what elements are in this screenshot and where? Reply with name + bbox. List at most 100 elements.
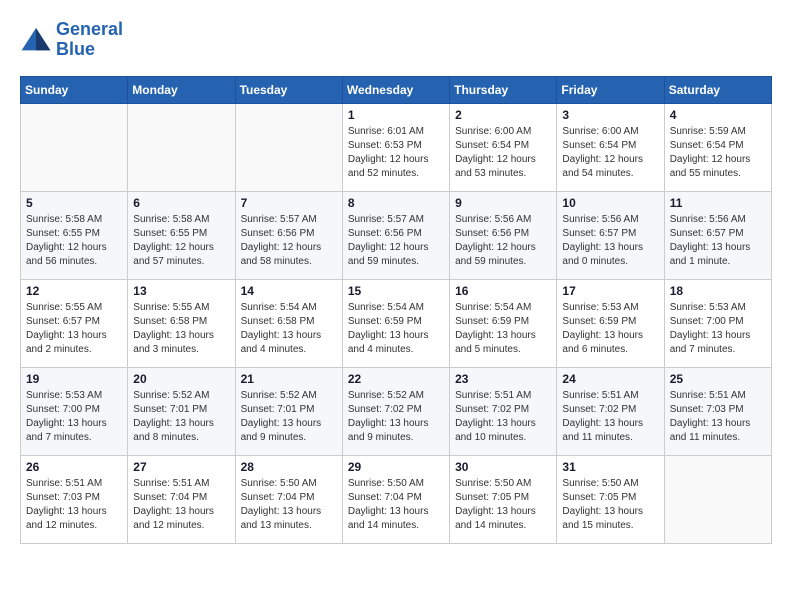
day-number: 21	[241, 372, 337, 386]
cell-content: Sunrise: 5:55 AM Sunset: 6:58 PM Dayligh…	[133, 301, 229, 357]
day-header-friday: Friday	[557, 76, 664, 103]
day-number: 17	[562, 284, 658, 298]
calendar-cell: 27Sunrise: 5:51 AM Sunset: 7:04 PM Dayli…	[128, 455, 235, 543]
cell-content: Sunrise: 5:51 AM Sunset: 7:02 PM Dayligh…	[455, 389, 551, 445]
calendar-cell: 31 Sunrise: 5:50 AM Sunset: 7:05 PM Dayli…	[557, 455, 664, 543]
calendar-cell	[664, 455, 771, 543]
day-number: 11	[670, 196, 766, 210]
cell-content: Sunrise: 5:50 AM Sunset: 7:04 PM Dayligh…	[241, 477, 337, 533]
day-number: 16	[455, 284, 551, 298]
day-number: 5	[26, 196, 122, 210]
day-number: 22	[348, 372, 444, 386]
day-number: 26	[26, 460, 122, 474]
day-number: 7	[241, 196, 337, 210]
day-header-saturday: Saturday	[664, 76, 771, 103]
calendar-body: 1 Sunrise: 6:01 AM Sunset: 6:53 PM Daylig…	[21, 103, 772, 543]
calendar-cell: 5 Sunrise: 5:58 AM Sunset: 6:55 PM Daylig…	[21, 191, 128, 279]
logo-icon	[20, 26, 52, 54]
day-number: 9	[455, 196, 551, 210]
calendar-cell: 11 Sunrise: 5:56 AM Sunset: 6:57 PM Dayli…	[664, 191, 771, 279]
calendar-cell: 25Sunrise: 5:51 AM Sunset: 7:03 PM Dayli…	[664, 367, 771, 455]
day-number: 14	[241, 284, 337, 298]
cell-content: Sunrise: 5:54 AM Sunset: 6:58 PM Dayligh…	[241, 301, 337, 357]
calendar-cell: 4 Sunrise: 5:59 AM Sunset: 6:54 PM Daylig…	[664, 103, 771, 191]
day-number: 13	[133, 284, 229, 298]
cell-content: Sunrise: 5:51 AM Sunset: 7:03 PM Dayligh…	[26, 477, 122, 533]
cell-content: Sunrise: 5:50 AM Sunset: 7:05 PM Dayligh…	[562, 477, 658, 533]
calendar-cell: 20 Sunrise: 5:52 AM Sunset: 7:01 PM Dayli…	[128, 367, 235, 455]
day-number: 28	[241, 460, 337, 474]
cell-content: Sunrise: 5:56 AM Sunset: 6:57 PM Dayligh…	[670, 213, 766, 269]
calendar-cell: 29Sunrise: 5:50 AM Sunset: 7:04 PM Dayli…	[342, 455, 449, 543]
calendar-week-2: 5 Sunrise: 5:58 AM Sunset: 6:55 PM Daylig…	[21, 191, 772, 279]
calendar-cell: 15 Sunrise: 5:54 AM Sunset: 6:59 PM Dayli…	[342, 279, 449, 367]
calendar-cell: 24Sunrise: 5:51 AM Sunset: 7:02 PM Dayli…	[557, 367, 664, 455]
day-number: 18	[670, 284, 766, 298]
day-number: 31	[562, 460, 658, 474]
day-header-tuesday: Tuesday	[235, 76, 342, 103]
cell-content: Sunrise: 5:58 AM Sunset: 6:55 PM Dayligh…	[26, 213, 122, 269]
calendar-cell: 26 Sunrise: 5:51 AM Sunset: 7:03 PM Dayli…	[21, 455, 128, 543]
day-number: 24	[562, 372, 658, 386]
page-header: General Blue	[20, 20, 772, 60]
calendar-week-4: 19 Sunrise: 5:53 AM Sunset: 7:00 PM Dayli…	[21, 367, 772, 455]
calendar-cell: 21 Sunrise: 5:52 AM Sunset: 7:01 PM Dayli…	[235, 367, 342, 455]
cell-content: Sunrise: 5:52 AM Sunset: 7:02 PM Dayligh…	[348, 389, 444, 445]
calendar-header-row: SundayMondayTuesdayWednesdayThursdayFrid…	[21, 76, 772, 103]
cell-content: Sunrise: 5:54 AM Sunset: 6:59 PM Dayligh…	[348, 301, 444, 357]
calendar-cell: 6Sunrise: 5:58 AM Sunset: 6:55 PM Daylig…	[128, 191, 235, 279]
logo-text: General Blue	[56, 20, 123, 60]
cell-content: Sunrise: 5:52 AM Sunset: 7:01 PM Dayligh…	[241, 389, 337, 445]
cell-content: Sunrise: 5:52 AM Sunset: 7:01 PM Dayligh…	[133, 389, 229, 445]
calendar-cell	[128, 103, 235, 191]
cell-content: Sunrise: 5:57 AM Sunset: 6:56 PM Dayligh…	[241, 213, 337, 269]
calendar-cell: 16Sunrise: 5:54 AM Sunset: 6:59 PM Dayli…	[450, 279, 557, 367]
calendar-cell: 14 Sunrise: 5:54 AM Sunset: 6:58 PM Dayli…	[235, 279, 342, 367]
cell-content: Sunrise: 5:57 AM Sunset: 6:56 PM Dayligh…	[348, 213, 444, 269]
day-number: 2	[455, 108, 551, 122]
day-number: 12	[26, 284, 122, 298]
calendar-cell: 13 Sunrise: 5:55 AM Sunset: 6:58 PM Dayli…	[128, 279, 235, 367]
cell-content: Sunrise: 6:01 AM Sunset: 6:53 PM Dayligh…	[348, 125, 444, 181]
day-number: 29	[348, 460, 444, 474]
calendar-cell: 18 Sunrise: 5:53 AM Sunset: 7:00 PM Dayli…	[664, 279, 771, 367]
calendar-cell: 3Sunrise: 6:00 AM Sunset: 6:54 PM Daylig…	[557, 103, 664, 191]
calendar-cell: 12Sunrise: 5:55 AM Sunset: 6:57 PM Dayli…	[21, 279, 128, 367]
cell-content: Sunrise: 5:59 AM Sunset: 6:54 PM Dayligh…	[670, 125, 766, 181]
cell-content: Sunrise: 5:56 AM Sunset: 6:57 PM Dayligh…	[562, 213, 658, 269]
day-number: 25	[670, 372, 766, 386]
cell-content: Sunrise: 5:51 AM Sunset: 7:04 PM Dayligh…	[133, 477, 229, 533]
day-header-monday: Monday	[128, 76, 235, 103]
day-number: 10	[562, 196, 658, 210]
calendar-table: SundayMondayTuesdayWednesdayThursdayFrid…	[20, 76, 772, 544]
calendar-cell: 28 Sunrise: 5:50 AM Sunset: 7:04 PM Dayli…	[235, 455, 342, 543]
day-header-thursday: Thursday	[450, 76, 557, 103]
calendar-cell: 30Sunrise: 5:50 AM Sunset: 7:05 PM Dayli…	[450, 455, 557, 543]
cell-content: Sunrise: 5:56 AM Sunset: 6:56 PM Dayligh…	[455, 213, 551, 269]
cell-content: Sunrise: 5:53 AM Sunset: 7:00 PM Dayligh…	[26, 389, 122, 445]
calendar-week-1: 1 Sunrise: 6:01 AM Sunset: 6:53 PM Daylig…	[21, 103, 772, 191]
calendar-cell: 19 Sunrise: 5:53 AM Sunset: 7:00 PM Dayli…	[21, 367, 128, 455]
day-number: 4	[670, 108, 766, 122]
day-number: 3	[562, 108, 658, 122]
calendar-cell: 1 Sunrise: 6:01 AM Sunset: 6:53 PM Daylig…	[342, 103, 449, 191]
day-number: 23	[455, 372, 551, 386]
cell-content: Sunrise: 6:00 AM Sunset: 6:54 PM Dayligh…	[455, 125, 551, 181]
calendar-week-5: 26 Sunrise: 5:51 AM Sunset: 7:03 PM Dayli…	[21, 455, 772, 543]
calendar-cell: 2 Sunrise: 6:00 AM Sunset: 6:54 PM Daylig…	[450, 103, 557, 191]
cell-content: Sunrise: 5:53 AM Sunset: 7:00 PM Dayligh…	[670, 301, 766, 357]
calendar-cell	[235, 103, 342, 191]
cell-content: Sunrise: 5:58 AM Sunset: 6:55 PM Dayligh…	[133, 213, 229, 269]
cell-content: Sunrise: 5:53 AM Sunset: 6:59 PM Dayligh…	[562, 301, 658, 357]
calendar-cell: 10 Sunrise: 5:56 AM Sunset: 6:57 PM Dayli…	[557, 191, 664, 279]
calendar-cell: 17 Sunrise: 5:53 AM Sunset: 6:59 PM Dayli…	[557, 279, 664, 367]
day-number: 1	[348, 108, 444, 122]
day-header-sunday: Sunday	[21, 76, 128, 103]
day-number: 19	[26, 372, 122, 386]
calendar-cell: 8Sunrise: 5:57 AM Sunset: 6:56 PM Daylig…	[342, 191, 449, 279]
logo: General Blue	[20, 20, 123, 60]
day-number: 15	[348, 284, 444, 298]
cell-content: Sunrise: 5:50 AM Sunset: 7:05 PM Dayligh…	[455, 477, 551, 533]
day-number: 20	[133, 372, 229, 386]
calendar-cell: 22 Sunrise: 5:52 AM Sunset: 7:02 PM Dayli…	[342, 367, 449, 455]
